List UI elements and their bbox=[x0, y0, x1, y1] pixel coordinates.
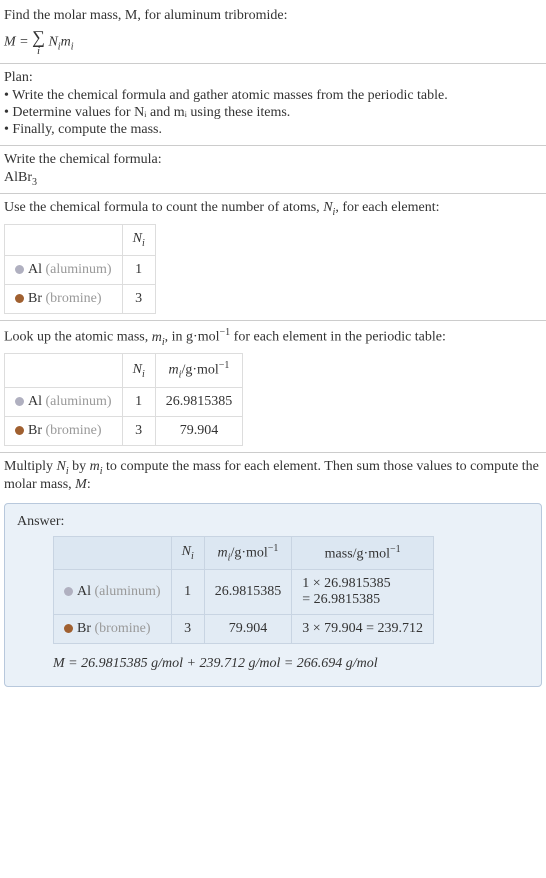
n-value: 1 bbox=[122, 255, 155, 284]
m-value: 79.904 bbox=[155, 416, 243, 445]
empty-header bbox=[5, 354, 123, 387]
plan-heading: Plan: bbox=[4, 70, 542, 86]
m-value: 79.904 bbox=[204, 615, 292, 644]
n-value: 3 bbox=[122, 416, 155, 445]
table-row: Al (aluminum) 1 bbox=[5, 255, 156, 284]
element-symbol: Br bbox=[28, 423, 42, 438]
answer-box: Answer: Ni mi/g·mol−1 mass/g·mol−1 Al (a… bbox=[4, 503, 542, 687]
sum-index: i bbox=[37, 46, 40, 57]
element-symbol: Br bbox=[77, 621, 91, 636]
chemical-formula-section: Write the chemical formula: AlBr3 bbox=[0, 146, 546, 195]
chem-base: AlBr bbox=[4, 170, 32, 185]
chem-heading: Write the chemical formula: bbox=[4, 152, 542, 168]
element-cell: Br (bromine) bbox=[54, 615, 172, 644]
empty-header bbox=[5, 225, 123, 256]
table-header-row: Ni mi/g·mol−1 mass/g·mol−1 bbox=[54, 536, 434, 569]
m-header: mi/g·mol−1 bbox=[155, 354, 243, 387]
count-post: , for each element: bbox=[335, 200, 439, 215]
answer-label: Answer: bbox=[17, 514, 529, 530]
element-symbol: Al bbox=[77, 584, 91, 599]
molar-mass-formula: M = ∑ i Nimi bbox=[4, 28, 542, 57]
table-row: Br (bromine) 3 79.904 3 × 79.904 = 239.7… bbox=[54, 615, 434, 644]
element-cell: Br (bromine) bbox=[5, 284, 123, 313]
formula-n: N bbox=[48, 34, 57, 49]
mass-value: 3 × 79.904 = 239.712 bbox=[292, 615, 434, 644]
n-value: 3 bbox=[171, 615, 204, 644]
plan-section: Plan: • Write the chemical formula and g… bbox=[0, 64, 546, 146]
multiply-text: Multiply Ni by mi to compute the mass fo… bbox=[4, 459, 542, 493]
count-var: N bbox=[323, 200, 332, 215]
table-row: Br (bromine) 3 79.904 bbox=[5, 416, 243, 445]
element-symbol: Al bbox=[28, 394, 42, 409]
plan-item: • Finally, compute the mass. bbox=[4, 122, 542, 138]
sum-column: ∑ i bbox=[32, 28, 45, 57]
lookup-post: for each element in the periodic table: bbox=[230, 330, 446, 345]
lookup-heading: Look up the atomic mass, mi, in g·mol−1 … bbox=[4, 327, 542, 347]
intro-line: Find the molar mass, M, for aluminum tri… bbox=[4, 6, 542, 26]
table-row: Al (aluminum) 1 26.9815385 bbox=[5, 387, 243, 416]
lookup-pre: Look up the atomic mass, bbox=[4, 330, 152, 345]
element-dot-icon bbox=[64, 587, 73, 596]
answer-table: Ni mi/g·mol−1 mass/g·mol−1 Al (aluminum)… bbox=[53, 536, 434, 644]
element-dot-icon bbox=[15, 265, 24, 274]
n-value: 1 bbox=[171, 570, 204, 615]
chemical-formula: AlBr3 bbox=[4, 170, 542, 188]
count-pre: Use the chemical formula to count the nu… bbox=[4, 200, 323, 215]
lookup-var: m bbox=[152, 330, 162, 345]
count-heading: Use the chemical formula to count the nu… bbox=[4, 200, 542, 218]
empty-header bbox=[54, 536, 172, 569]
element-dot-icon bbox=[64, 624, 73, 633]
element-symbol: Br bbox=[28, 291, 42, 306]
multiply-section: Multiply Ni by mi to compute the mass fo… bbox=[0, 453, 546, 499]
element-name: (aluminum) bbox=[95, 584, 161, 599]
plan-list: • Write the chemical formula and gather … bbox=[4, 88, 542, 138]
element-symbol: Al bbox=[28, 262, 42, 277]
count-section: Use the chemical formula to count the nu… bbox=[0, 194, 546, 321]
element-cell: Al (aluminum) bbox=[5, 387, 123, 416]
element-dot-icon bbox=[15, 294, 24, 303]
element-name: (aluminum) bbox=[46, 394, 112, 409]
count-table: Ni Al (aluminum) 1 Br (bromine) 3 bbox=[4, 224, 156, 314]
lookup-sup: −1 bbox=[220, 327, 231, 338]
answer-content: Ni mi/g·mol−1 mass/g·mol−1 Al (aluminum)… bbox=[17, 536, 529, 672]
table-header-row: Ni bbox=[5, 225, 156, 256]
plan-item: • Write the chemical formula and gather … bbox=[4, 88, 542, 104]
m-header: mi/g·mol−1 bbox=[204, 536, 292, 569]
lookup-mid: , in g·mol bbox=[165, 330, 220, 345]
element-dot-icon bbox=[15, 426, 24, 435]
intro-section: Find the molar mass, M, for aluminum tri… bbox=[0, 0, 546, 64]
formula-m: m bbox=[61, 34, 71, 49]
element-name: (bromine) bbox=[46, 291, 102, 306]
element-name: (bromine) bbox=[95, 621, 151, 636]
chem-sub: 3 bbox=[32, 176, 37, 187]
n-header: Ni bbox=[122, 354, 155, 387]
m-value: 26.9815385 bbox=[204, 570, 292, 615]
element-cell: Al (aluminum) bbox=[54, 570, 172, 615]
table-header-row: Ni mi/g·mol−1 bbox=[5, 354, 243, 387]
n-value: 3 bbox=[122, 284, 155, 313]
element-cell: Br (bromine) bbox=[5, 416, 123, 445]
sum-notation: ∑ i bbox=[32, 28, 45, 57]
mass-value: 1 × 26.9815385= 26.9815385 bbox=[292, 570, 434, 615]
final-result: M = 26.9815385 g/mol + 239.712 g/mol = 2… bbox=[53, 656, 529, 672]
element-name: (bromine) bbox=[46, 423, 102, 438]
element-name: (aluminum) bbox=[46, 262, 112, 277]
formula-lhs: M = bbox=[4, 34, 32, 49]
m-value: 26.9815385 bbox=[155, 387, 243, 416]
mass-header: mass/g·mol−1 bbox=[292, 536, 434, 569]
intro-text: Find the molar mass, M, for aluminum tri… bbox=[4, 8, 287, 23]
lookup-section: Look up the atomic mass, mi, in g·mol−1 … bbox=[0, 321, 546, 453]
n-value: 1 bbox=[122, 387, 155, 416]
formula-m-sub: i bbox=[71, 41, 74, 52]
sigma-symbol: ∑ bbox=[32, 28, 45, 46]
table-row: Br (bromine) 3 bbox=[5, 284, 156, 313]
plan-item: • Determine values for Nᵢ and mᵢ using t… bbox=[4, 105, 542, 121]
element-cell: Al (aluminum) bbox=[5, 255, 123, 284]
n-header: Ni bbox=[171, 536, 204, 569]
table-row: Al (aluminum) 1 26.9815385 1 × 26.981538… bbox=[54, 570, 434, 615]
n-header: Ni bbox=[122, 225, 155, 256]
lookup-table: Ni mi/g·mol−1 Al (aluminum) 1 26.9815385… bbox=[4, 353, 243, 445]
element-dot-icon bbox=[15, 397, 24, 406]
